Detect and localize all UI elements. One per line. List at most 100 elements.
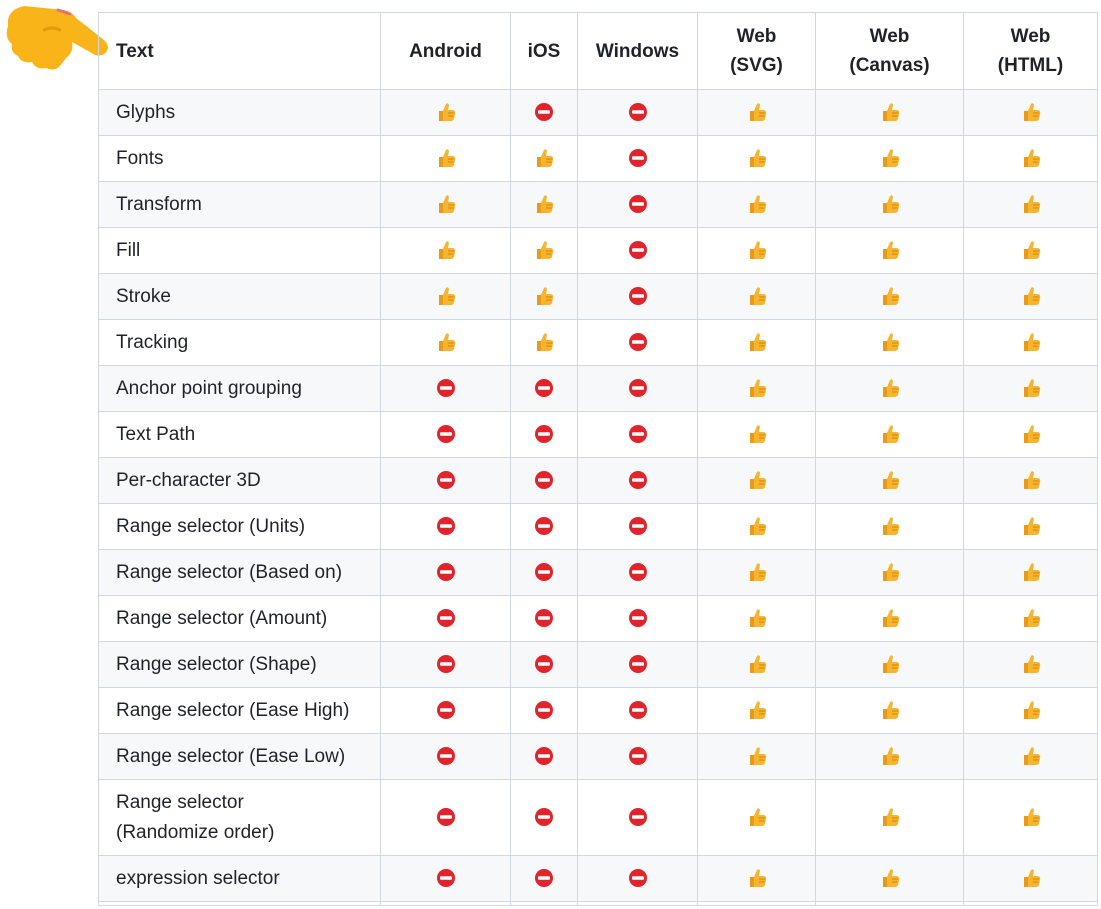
thumbs-up-icon: [879, 423, 901, 445]
support-cell-web-canvas: [815, 457, 964, 504]
thumbs-up-icon: [1020, 699, 1042, 721]
support-cell-web-html: [963, 273, 1098, 320]
feature-support-table: Text Android iOS Windows Web (SVG) Web (…: [98, 12, 1098, 906]
table-row: Text Path: [98, 411, 1098, 458]
no-entry-icon: [628, 562, 648, 582]
empty-cell: [963, 901, 1098, 906]
support-cell-ios: [510, 181, 578, 228]
no-entry-icon: [436, 746, 456, 766]
no-entry-icon: [436, 424, 456, 444]
support-cell-web-svg: [697, 503, 816, 550]
support-cell-android: [380, 733, 511, 780]
support-cell-ios: [510, 855, 578, 902]
no-entry-icon: [436, 562, 456, 582]
support-cell-ios: [510, 503, 578, 550]
support-cell-ios: [510, 549, 578, 596]
support-cell-web-canvas: [815, 135, 964, 182]
support-cell-android: [380, 549, 511, 596]
thumbs-up-icon: [435, 193, 457, 215]
table-row: Anchor point grouping: [98, 365, 1098, 412]
thumbs-up-icon: [746, 745, 768, 767]
thumbs-up-icon: [746, 561, 768, 583]
no-entry-icon: [628, 240, 648, 260]
column-header-web-canvas: Web (Canvas): [815, 12, 964, 90]
support-cell-ios: [510, 641, 578, 688]
support-cell-android: [380, 457, 511, 504]
empty-cell: [510, 901, 578, 906]
support-cell-web-html: [963, 855, 1098, 902]
thumbs-up-icon: [746, 239, 768, 261]
thumbs-up-icon: [1020, 745, 1042, 767]
thumbs-up-icon: [746, 101, 768, 123]
support-cell-android: [380, 687, 511, 734]
no-entry-icon: [534, 516, 554, 536]
feature-name: Range selector (Randomize order): [98, 779, 381, 856]
no-entry-icon: [628, 746, 648, 766]
no-entry-icon: [628, 148, 648, 168]
no-entry-icon: [628, 700, 648, 720]
empty-cell: [577, 901, 698, 906]
table-row: Glyphs: [98, 89, 1098, 136]
table-row: Range selector (Randomize order): [98, 779, 1098, 856]
support-cell-android: [380, 855, 511, 902]
thumbs-up-icon: [746, 515, 768, 537]
support-cell-web-svg: [697, 273, 816, 320]
thumbs-up-icon: [746, 653, 768, 675]
thumbs-up-icon: [1020, 331, 1042, 353]
support-cell-windows: [577, 227, 698, 274]
column-header-text: Text: [98, 12, 381, 90]
support-cell-windows: [577, 89, 698, 136]
support-cell-web-svg: [697, 549, 816, 596]
support-cell-web-svg: [697, 733, 816, 780]
no-entry-icon: [534, 807, 554, 827]
thumbs-up-icon: [746, 285, 768, 307]
no-entry-icon: [628, 102, 648, 122]
column-header-windows: Windows: [577, 12, 698, 90]
support-cell-android: [380, 411, 511, 458]
table-row: Per-character 3D: [98, 457, 1098, 504]
table-row: Transform: [98, 181, 1098, 228]
no-entry-icon: [436, 654, 456, 674]
thumbs-up-icon: [879, 469, 901, 491]
no-entry-icon: [628, 332, 648, 352]
support-cell-web-svg: [697, 411, 816, 458]
no-entry-icon: [436, 608, 456, 628]
feature-name: Range selector (Ease Low): [98, 733, 381, 780]
thumbs-up-icon: [435, 285, 457, 307]
table-row: Stroke: [98, 273, 1098, 320]
no-entry-icon: [534, 378, 554, 398]
thumbs-up-icon: [746, 423, 768, 445]
feature-name: Anchor point grouping: [98, 365, 381, 412]
support-cell-web-canvas: [815, 365, 964, 412]
thumbs-up-icon: [746, 806, 768, 828]
support-cell-web-svg: [697, 687, 816, 734]
support-cell-web-html: [963, 595, 1098, 642]
thumbs-up-icon: [879, 653, 901, 675]
thumbs-up-icon: [435, 147, 457, 169]
support-cell-windows: [577, 733, 698, 780]
support-cell-ios: [510, 365, 578, 412]
no-entry-icon: [628, 807, 648, 827]
feature-name: Range selector (Based on): [98, 549, 381, 596]
support-cell-web-canvas: [815, 227, 964, 274]
table-row: Range selector (Amount): [98, 595, 1098, 642]
support-cell-windows: [577, 457, 698, 504]
thumbs-up-icon: [879, 147, 901, 169]
thumbs-up-icon: [879, 515, 901, 537]
no-entry-icon: [436, 470, 456, 490]
thumbs-up-icon: [533, 331, 555, 353]
support-cell-web-svg: [697, 457, 816, 504]
thumbs-up-icon: [1020, 806, 1042, 828]
feature-name: Fill: [98, 227, 381, 274]
support-cell-web-html: [963, 365, 1098, 412]
pointing-hand-icon: [0, 0, 112, 72]
support-cell-web-canvas: [815, 503, 964, 550]
support-cell-web-svg: [697, 641, 816, 688]
empty-cell: [98, 901, 381, 906]
support-cell-web-canvas: [815, 89, 964, 136]
support-cell-windows: [577, 641, 698, 688]
thumbs-up-icon: [1020, 607, 1042, 629]
thumbs-up-icon: [1020, 469, 1042, 491]
feature-name: Text Path: [98, 411, 381, 458]
no-entry-icon: [436, 378, 456, 398]
